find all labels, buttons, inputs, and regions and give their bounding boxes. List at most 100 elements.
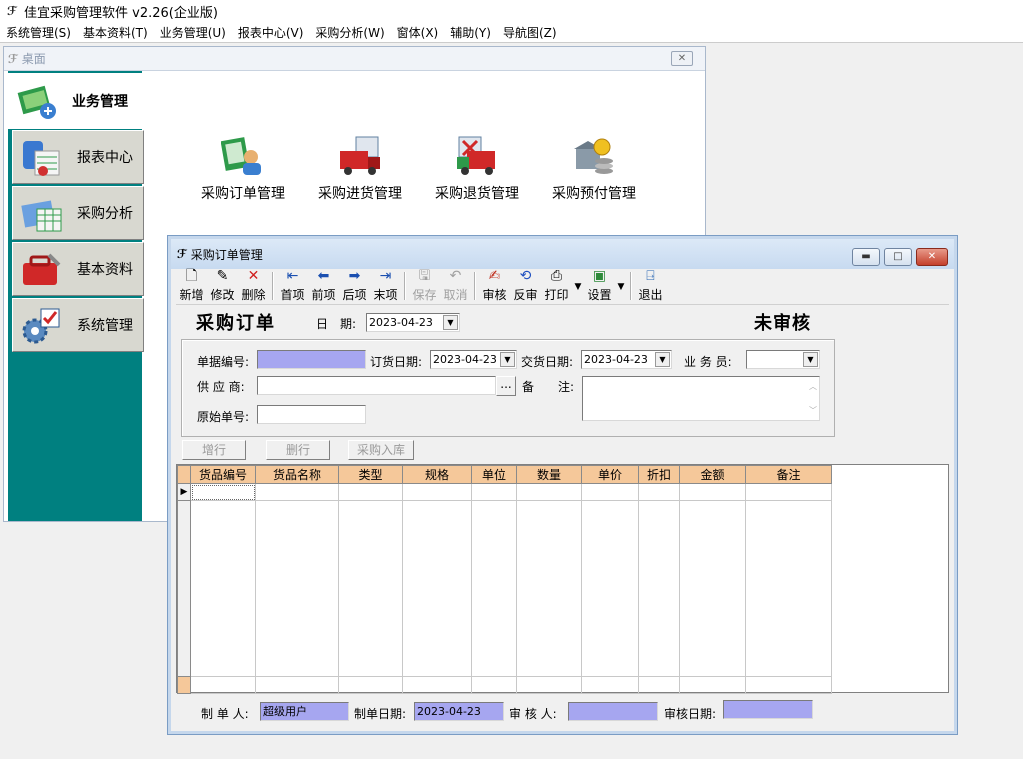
orig-no-field[interactable] [257,405,366,424]
grid-cell[interactable] [516,483,582,501]
col-item-code[interactable]: 货品编号 [190,465,256,484]
menu-window[interactable]: 窗体(X) [391,24,445,41]
supplier-browse-button[interactable]: ... [496,376,516,396]
delete-row-button[interactable]: 删行 [266,440,330,460]
form-heading: 采购订单 [196,313,276,334]
grid-cell[interactable] [471,500,517,677]
nav-item-business[interactable]: 业务管理 [8,73,142,129]
grid-cell[interactable] [745,500,832,677]
grid-cell[interactable] [471,483,517,501]
col-price[interactable]: 单价 [581,465,639,484]
table-row[interactable]: ▶ [177,483,832,501]
edit-label: 修改 [210,288,235,302]
settings-button[interactable]: ▣ 设置 [584,268,615,304]
grid-cell[interactable] [190,500,256,677]
settings-dropdown-button[interactable]: ▼ [615,268,627,304]
grid-cell[interactable] [255,483,339,501]
col-amount[interactable]: 金额 [679,465,746,484]
module-purchase-order[interactable]: 采购订单管理 [198,135,288,203]
col-unit[interactable]: 单位 [471,465,517,484]
next-button[interactable]: ➡ 后项 [339,268,370,304]
print-dropdown-button[interactable]: ▼ [572,268,584,304]
chevron-down-icon[interactable]: ▼ [655,352,670,367]
menu-reports[interactable]: 报表中心(V) [232,24,310,41]
grid-cell[interactable] [338,500,403,677]
chevron-down-icon[interactable]: ▼ [443,315,458,330]
module-prepayment[interactable]: 采购预付管理 [549,135,639,203]
nav-item-analysis[interactable]: 采购分析 [12,186,144,240]
first-button[interactable]: ⇤ 首项 [277,268,308,304]
nav-item-basic-data[interactable]: 基本资料 [12,242,144,296]
col-qty[interactable]: 数量 [516,465,582,484]
order-date-field[interactable]: 2023-04-23 ▼ [430,350,517,369]
print-button[interactable]: ⎙ 打印 [541,268,572,304]
new-button[interactable]: 🗋 新增 [176,268,207,304]
last-button[interactable]: ⇥ 末项 [370,268,401,304]
remark-field[interactable]: ︿ ﹀ [582,376,820,421]
new-doc-icon: 🗋 [185,268,198,284]
salesman-field[interactable]: ▼ [746,350,820,369]
delivery-date-field[interactable]: 2023-04-23 ▼ [581,350,672,369]
edit-icon: ✎ [216,268,229,284]
grid-cell[interactable] [190,483,256,501]
menu-nav-map[interactable]: 导航图(Z) [497,24,563,41]
grid-cell[interactable] [638,500,680,677]
grid-cell[interactable] [402,483,472,501]
grid-cell[interactable] [745,483,832,501]
nav-item-label: 系统管理 [77,318,133,334]
unapprove-button[interactable]: ⟲ 反审 [510,268,541,304]
order-lines-grid[interactable]: 货品编号 货品名称 类型 规格 单位 数量 单价 折扣 金额 备注 ▶ [176,464,949,694]
grid-cell[interactable] [581,483,639,501]
table-row[interactable] [177,500,832,677]
menu-basic-data[interactable]: 基本资料(T) [77,24,154,41]
supplier-field[interactable] [257,376,496,395]
menu-aux[interactable]: 辅助(Y) [444,24,497,41]
scroll-down-icon[interactable]: ﹀ [809,402,817,419]
nav-item-reports[interactable]: 报表中心 [12,130,144,184]
grid-cell [255,676,339,694]
chevron-down-icon[interactable]: ▼ [803,352,818,367]
exit-label: 退出 [638,288,663,302]
add-row-button[interactable]: 增行 [182,440,246,460]
po-title-bar: ℱ 采购订单管理 ▬ □ ✕ [171,239,954,269]
save-button[interactable]: 🖫 保存 [409,268,440,304]
menu-business[interactable]: 业务管理(U) [154,24,232,41]
approve-button[interactable]: ✍ 审核 [479,268,510,304]
stock-in-button[interactable]: 采购入库 [348,440,414,460]
close-button[interactable]: ✕ [916,248,948,266]
minimize-button[interactable]: ▬ [852,248,880,266]
grid-cell[interactable] [338,483,403,501]
date-field[interactable]: 2023-04-23 ▼ [366,313,460,332]
col-discount[interactable]: 折扣 [638,465,680,484]
grid-cell[interactable] [255,500,339,677]
cancel-button[interactable]: ↶ 取消 [440,268,471,304]
module-purchase-in[interactable]: 采购进货管理 [315,135,405,203]
doc-no-field[interactable] [257,350,366,369]
menu-system[interactable]: 系统管理(S) [0,24,77,41]
prev-label: 前项 [311,288,336,302]
prev-button[interactable]: ⬅ 前项 [308,268,339,304]
grid-cell[interactable] [679,500,746,677]
module-purchase-return[interactable]: 采购退货管理 [432,135,522,203]
grid-cell[interactable] [516,500,582,677]
nav-item-system[interactable]: 系统管理 [12,298,144,352]
grid-cell[interactable] [679,483,746,501]
exit-button[interactable]: ⍈ 退出 [635,268,666,304]
col-item-name[interactable]: 货品名称 [255,465,339,484]
cancel-label: 取消 [443,288,468,302]
maximize-button[interactable]: □ [884,248,912,266]
grid-cell[interactable] [638,483,680,501]
chevron-down-icon[interactable]: ▼ [500,352,515,367]
delete-button[interactable]: ✕ 删除 [238,268,269,304]
grid-cell[interactable] [402,500,472,677]
scroll-up-icon[interactable]: ︿ [809,378,817,395]
maker-field: 超级用户 [260,702,349,721]
menu-analysis[interactable]: 采购分析(W) [309,24,390,41]
col-type[interactable]: 类型 [338,465,403,484]
col-remark[interactable]: 备注 [745,465,832,484]
col-spec[interactable]: 规格 [402,465,472,484]
grid-cell[interactable] [581,500,639,677]
desktop-close-button[interactable]: ✕ [671,51,693,66]
edit-button[interactable]: ✎ 修改 [207,268,238,304]
save-label: 保存 [412,288,437,302]
